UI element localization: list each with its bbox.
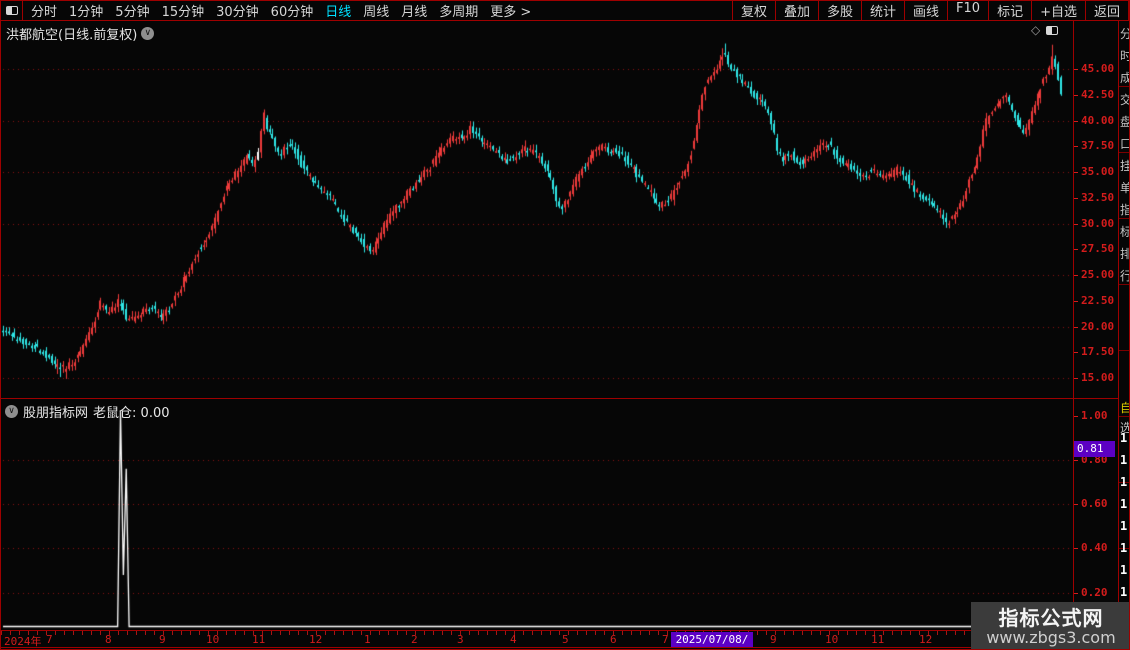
cursor-date-badge: 2025/07/08/二 [671,632,753,649]
price-label: 30.00 [1081,216,1115,230]
month-label: 10 [206,633,220,646]
month-label: 7 [662,633,669,646]
chevron-down-icon[interactable]: ∨ [5,405,18,418]
edge-strip-digit: 1 [1120,497,1128,511]
indicator-name-value: 老鼠仓: 0.00 [93,406,170,421]
month-label: 4 [510,633,517,646]
right-edge-strip: 分时成交盘口挂单指标排行自选111111111 [1118,21,1129,630]
edge-strip-fragment: 单 [1120,179,1129,196]
price-label: 15.00 [1081,371,1115,384]
edge-strip-digit: 1 [1120,563,1128,577]
chart-title-row[interactable]: 洪都航空(日线.前复权) ∨ [6,24,155,43]
panel-divider [1,398,1118,399]
month-label: 10 [825,633,839,646]
edge-strip-fragment: 口 [1120,135,1129,152]
watermark-title: 指标公式网 [998,605,1104,630]
price-label: 45.00 [1081,62,1115,75]
edge-strip-fragment: 标 [1120,223,1129,240]
edge-strip-digit: 1 [1120,519,1128,533]
trading-app-window: 分时1分钟5分钟15分钟30分钟60分钟日线周线月线多周期更多 > 复权叠加多股… [0,0,1130,650]
month-label: 9 [770,633,777,646]
edge-strip-fragment: 指 [1120,201,1129,218]
edge-strip-digit: 1 [1120,453,1128,467]
candlestick-chart[interactable] [1,1,1129,649]
indicator-value-badge: 0.81 [1074,441,1115,457]
price-label: 20.00 [1081,319,1115,333]
month-label: 1 [364,633,371,646]
indicator-axis-label: 0.40 [1081,541,1108,555]
edge-strip-fragment: 挂 [1120,157,1129,174]
chart-corner-icons: ◇ [1031,23,1059,37]
edge-strip-digit: 1 [1120,585,1128,599]
watermark-url: www.zbgs3.com [986,627,1116,647]
indicator-axis-label: 1.00 [1081,408,1108,422]
edge-strip-fragment: 排 [1120,245,1129,262]
price-label: 27.50 [1081,242,1115,256]
edge-strip-fragment: 成 [1120,69,1129,86]
indicator-name: 老鼠仓 [93,406,133,421]
price-label: 17.50 [1081,345,1115,359]
price-label: 25.00 [1081,268,1115,281]
edge-strip-digit: 1 [1120,541,1128,555]
month-label: 2 [411,633,418,646]
edge-strip-fragment: 自 [1120,399,1129,416]
split-panel-icon[interactable] [1046,25,1059,35]
month-label: 12 [309,633,323,646]
month-label: 11 [871,633,885,646]
price-label: 35.00 [1081,165,1115,178]
edge-strip-digit: 1 [1120,431,1128,445]
price-label: 42.50 [1081,87,1115,101]
price-label: 32.50 [1081,190,1115,204]
month-label: 9 [159,633,166,646]
price-label: 37.50 [1081,139,1115,153]
edge-strip-fragment: 行 [1120,267,1129,284]
month-label: 8 [105,633,112,646]
indicator-source-label: 股朋指标网 [23,406,89,421]
edge-strip-fragment: 分 [1120,25,1129,42]
month-label: 12 [919,633,933,646]
month-label: 6 [610,633,617,646]
price-label: 40.00 [1081,113,1115,127]
price-axis: 45.00 42.50 40.00 37.50 35.00 32.50 30.00 27.50… [1074,21,1117,630]
month-label: 7 [46,633,53,646]
month-label: 5 [562,633,569,646]
month-label: 3 [457,633,464,646]
indicator-axis-label: 0.60 [1081,497,1108,511]
diamond-icon[interactable]: ◇ [1031,23,1040,37]
time-axis[interactable]: 2024年 2025/07/08/二 789101112123456791011… [1,630,1129,649]
watermark: 指标公式网 www.zbgs3.com [971,602,1129,649]
price-label: 22.50 [1081,293,1115,307]
indicator-value: 0.00 [140,406,170,421]
chevron-down-icon[interactable]: ∨ [141,27,155,40]
edge-strip-fragment: 盘 [1120,113,1129,130]
indicator-header: ∨ 股朋指标网 老鼠仓: 0.00 [5,402,170,421]
edge-strip-fragment: 时 [1120,47,1129,64]
year-label: 2024年 [4,635,42,648]
chart-title: 洪都航空(日线.前复权) [6,28,138,43]
month-label: 11 [252,633,266,646]
edge-strip-digit: 1 [1120,475,1128,489]
edge-strip-fragment: 交 [1120,91,1129,108]
indicator-axis-label: 0.20 [1081,585,1108,599]
